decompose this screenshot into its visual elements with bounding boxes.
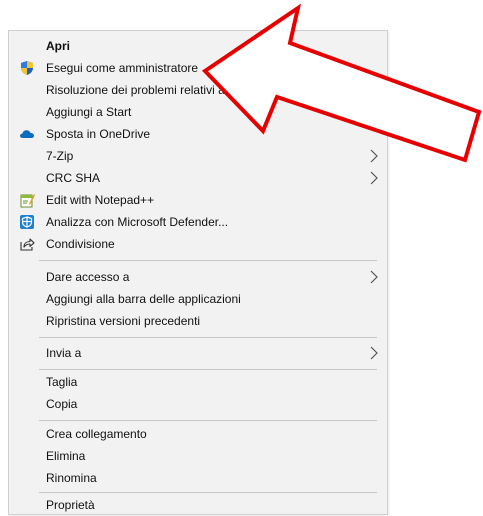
chevron-right-icon (370, 270, 378, 284)
menu-item-label: Ripristina versioni precedenti (46, 314, 201, 328)
onedrive-cloud-icon (19, 126, 35, 142)
menu-item-label: Rinomina (46, 471, 97, 485)
menu-item-label: Invia a (46, 346, 82, 360)
share-icon (19, 236, 35, 252)
menu-item-label: Proprietà (46, 498, 95, 512)
menu-item-copy[interactable]: Copia (9, 393, 387, 415)
menu-item-edit-notepadpp[interactable]: Edit with Notepad++ (9, 189, 387, 211)
menu-item-troubleshoot-compatibility[interactable]: Risoluzione dei problemi relativi alla c… (9, 79, 387, 101)
menu-item-create-shortcut[interactable]: Crea collegamento (9, 423, 387, 445)
menu-item-label: Apri (46, 39, 70, 53)
menu-item-crc-sha[interactable]: CRC SHA (9, 167, 387, 189)
menu-item-move-to-onedrive[interactable]: Sposta in OneDrive (9, 123, 387, 145)
menu-separator (39, 337, 377, 338)
menu-item-label: Crea collegamento (46, 427, 147, 441)
menu-item-label: Taglia (46, 375, 78, 389)
chevron-right-icon (370, 171, 378, 185)
menu-item-pin-to-taskbar[interactable]: Aggiungi alla barra delle applicazioni (9, 288, 387, 310)
menu-item-label: CRC SHA (46, 171, 101, 185)
menu-item-label: Elimina (46, 449, 86, 463)
menu-item-label: 7-Zip (46, 149, 74, 163)
menu-item-properties[interactable]: Proprietà (9, 494, 387, 516)
uac-shield-icon (19, 60, 35, 76)
menu-item-delete[interactable]: Elimina (9, 445, 387, 467)
menu-item-label: Aggiungi alla barra delle applicazioni (46, 292, 241, 306)
menu-item-pin-to-start[interactable]: Aggiungi a Start (9, 101, 387, 123)
menu-item-label: Aggiungi a Start (46, 105, 132, 119)
menu-item-cut[interactable]: Taglia (9, 371, 387, 393)
menu-item-rename[interactable]: Rinomina (9, 467, 387, 489)
menu-item-label: Dare accesso a (46, 270, 130, 284)
menu-item-apri[interactable]: Apri (9, 35, 387, 57)
menu-separator (39, 369, 377, 370)
menu-item-label: Analizza con Microsoft Defender... (46, 215, 229, 229)
menu-item-label: Copia (46, 397, 78, 411)
menu-item-run-as-admin[interactable]: Esegui come amministratore (9, 57, 387, 79)
menu-separator (39, 260, 377, 261)
menu-item-restore-previous-versions[interactable]: Ripristina versioni precedenti (9, 310, 387, 332)
menu-item-label: Condivisione (46, 237, 115, 251)
chevron-right-icon (370, 346, 378, 360)
menu-item-label: Sposta in OneDrive (46, 127, 151, 141)
menu-item-send-to[interactable]: Invia a (9, 342, 387, 364)
chevron-right-icon (370, 149, 378, 163)
menu-item-scan-defender[interactable]: Analizza con Microsoft Defender... (9, 211, 387, 233)
menu-item-give-access[interactable]: Dare accesso a (9, 266, 387, 288)
context-menu: Apri Esegui come amministratore Risoluzi… (8, 30, 388, 515)
notepadpp-icon (19, 192, 35, 208)
menu-item-label: Edit with Notepad++ (46, 193, 155, 207)
menu-item-7zip[interactable]: 7-Zip (9, 145, 387, 167)
defender-icon (19, 214, 35, 230)
menu-separator (39, 492, 377, 493)
menu-item-share[interactable]: Condivisione (9, 233, 387, 255)
menu-item-label: Esegui come amministratore (46, 61, 199, 75)
menu-separator (39, 420, 377, 421)
menu-item-label: Risoluzione dei problemi relativi alla c… (46, 83, 307, 97)
